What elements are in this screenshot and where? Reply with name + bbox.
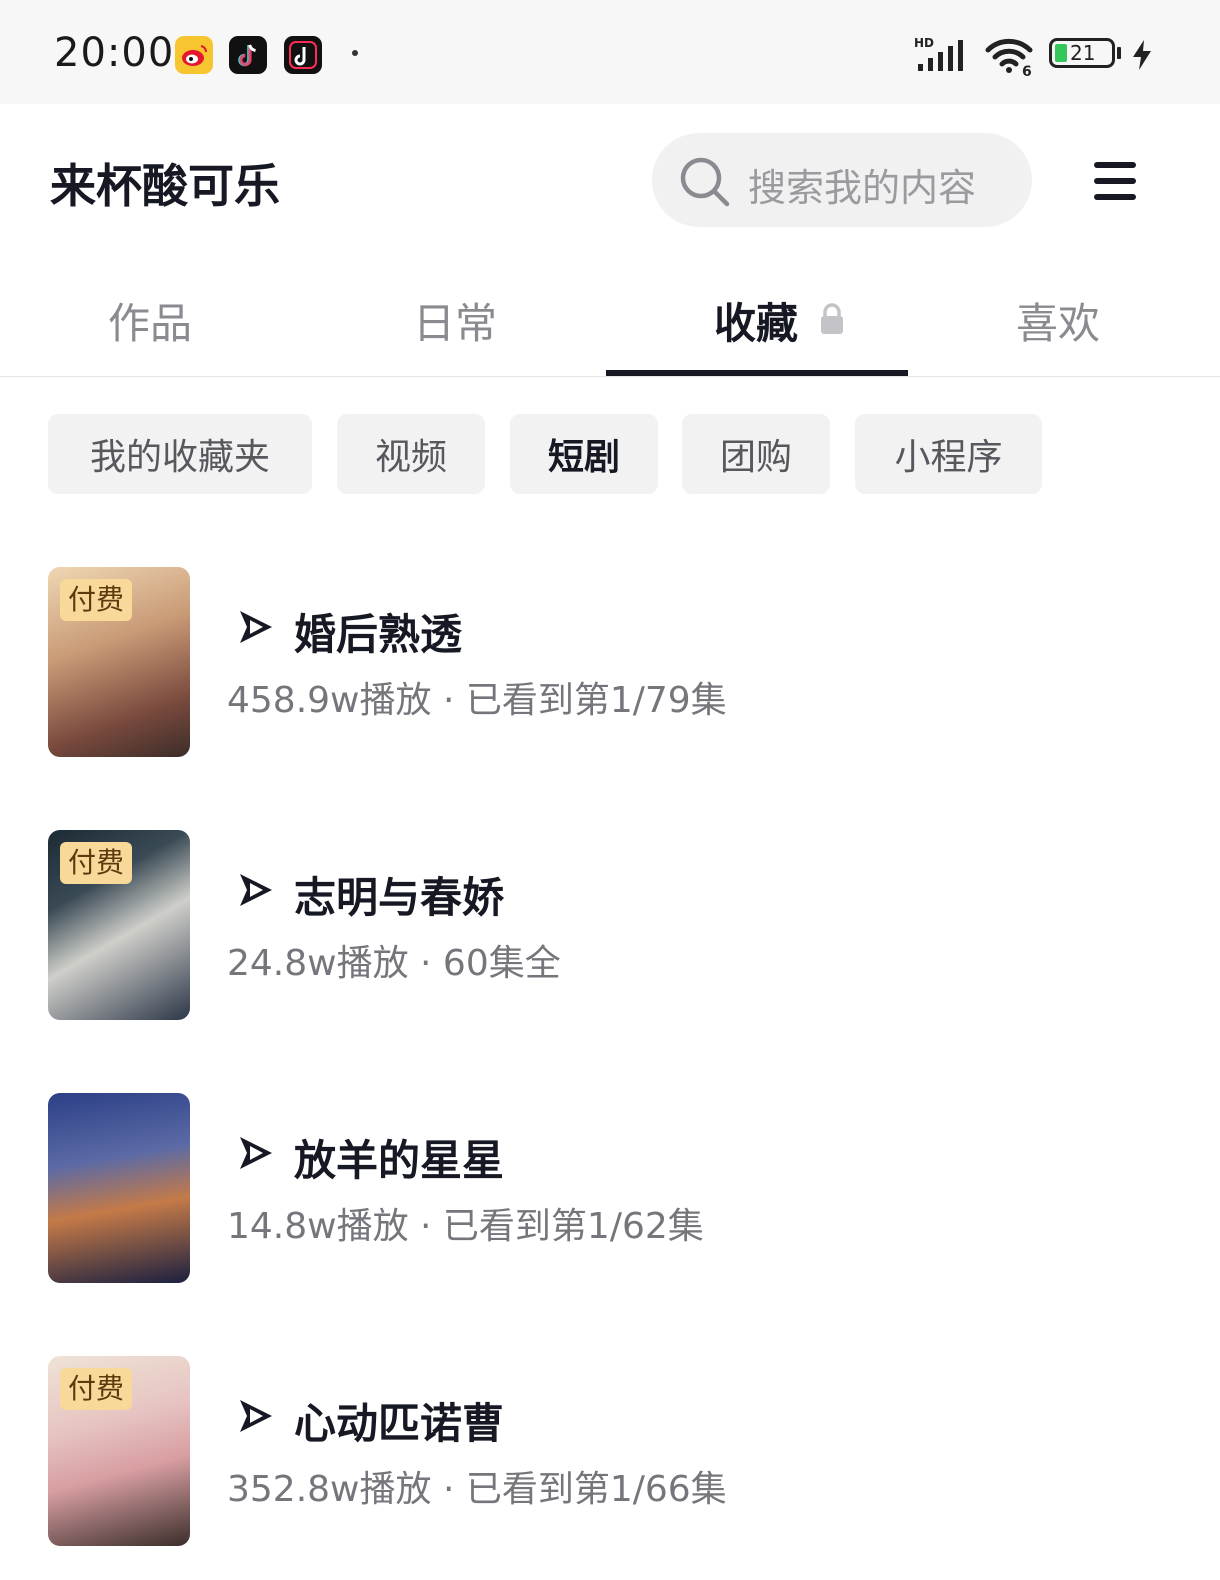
- list-item[interactable]: 付费 心动匹诺曹 352.8w播放 · 已看到第1/66集: [0, 1356, 1220, 1546]
- douyin-icon: [229, 36, 267, 74]
- filter-mini-programs[interactable]: 小程序: [855, 414, 1042, 494]
- short-drama-icon: [236, 607, 276, 651]
- search-placeholder: 搜索我的内容: [748, 166, 977, 210]
- short-drama-icon: [236, 870, 276, 914]
- profile-name: 来杯酸可乐: [50, 159, 280, 213]
- notification-dot: [352, 50, 358, 56]
- tab-likes[interactable]: 喜欢: [1016, 290, 1100, 351]
- svg-text:6: 6: [1022, 64, 1032, 76]
- list-item[interactable]: 放羊的星星 14.8w播放 · 已看到第1/62集: [0, 1093, 1220, 1283]
- signal-icon: HD: [914, 36, 970, 76]
- douyin-lite-icon: [284, 36, 322, 74]
- menu-icon[interactable]: [1092, 160, 1140, 204]
- filter-videos[interactable]: 视频: [337, 414, 485, 494]
- lock-icon: [818, 302, 846, 340]
- wifi-icon: 6: [984, 36, 1036, 80]
- status-bar: 20:00 HD 6 21: [0, 0, 1220, 104]
- drama-cover[interactable]: [48, 1093, 190, 1283]
- paid-badge: 付费: [60, 1368, 133, 1410]
- tab-favorites[interactable]: 收藏: [714, 290, 798, 351]
- battery-level: 21: [1070, 41, 1096, 65]
- list-item[interactable]: 付费 婚后熟透 458.9w播放 · 已看到第1/79集: [0, 567, 1220, 757]
- drama-cover[interactable]: 付费: [48, 1356, 190, 1546]
- battery-icon: 21: [1049, 38, 1115, 68]
- search-icon: [678, 155, 732, 213]
- profile-tabs: 作品 日常 收藏 喜欢: [0, 270, 1220, 376]
- weibo-icon: [175, 36, 213, 74]
- filter-group-buy[interactable]: 团购: [682, 414, 830, 494]
- drama-title[interactable]: 心动匹诺曹: [294, 1390, 504, 1451]
- tab-daily[interactable]: 日常: [413, 290, 497, 351]
- drama-cover[interactable]: 付费: [48, 567, 190, 757]
- search-input[interactable]: 搜索我的内容: [652, 133, 1032, 227]
- tab-works[interactable]: 作品: [108, 290, 192, 351]
- svg-text:HD: HD: [914, 36, 934, 50]
- battery-cap: [1117, 47, 1121, 59]
- filter-short-dramas[interactable]: 短剧: [510, 414, 658, 494]
- drama-meta: 14.8w播放 · 已看到第1/62集: [227, 1206, 704, 1247]
- short-drama-icon: [236, 1396, 276, 1440]
- drama-title[interactable]: 放羊的星星: [294, 1127, 504, 1188]
- charging-icon: [1130, 38, 1154, 76]
- list-item[interactable]: 付费 志明与春娇 24.8w播放 · 60集全: [0, 830, 1220, 1020]
- drama-title[interactable]: 志明与春娇: [294, 864, 504, 925]
- drama-title[interactable]: 婚后熟透: [294, 601, 462, 662]
- paid-badge: 付费: [60, 579, 133, 621]
- paid-badge: 付费: [60, 842, 133, 884]
- filter-my-folders[interactable]: 我的收藏夹: [48, 414, 312, 494]
- status-time: 20:00: [54, 30, 175, 76]
- drama-cover[interactable]: 付费: [48, 830, 190, 1020]
- tabs-divider: [0, 376, 1220, 377]
- drama-meta: 352.8w播放 · 已看到第1/66集: [227, 1469, 727, 1510]
- drama-meta: 24.8w播放 · 60集全: [227, 943, 561, 984]
- drama-meta: 458.9w播放 · 已看到第1/79集: [227, 680, 727, 721]
- short-drama-icon: [236, 1133, 276, 1177]
